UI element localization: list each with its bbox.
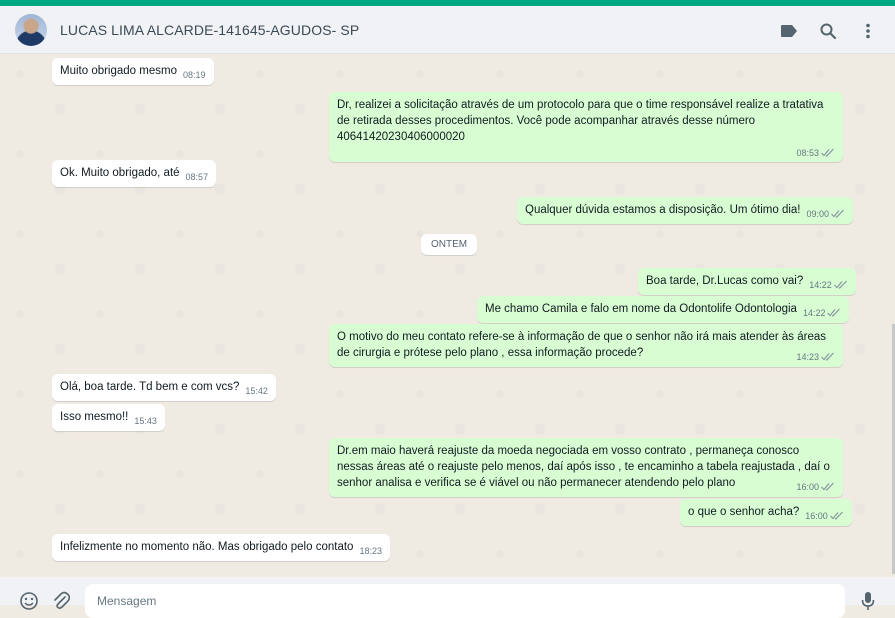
message-time: 16:00 xyxy=(796,482,819,492)
message-time: 14:22 xyxy=(802,308,826,318)
read-ticks-icon xyxy=(821,352,834,361)
message-time: 15:42 xyxy=(245,386,268,396)
message-time: 14:22 xyxy=(809,280,832,290)
message-bubble[interactable]: O motivo do meu contato refere-se à info… xyxy=(329,324,843,367)
message-text: Dr, realizei a solicitação através de um… xyxy=(337,99,824,143)
message-time: 16:00 xyxy=(805,511,828,521)
message-time: 09:00 xyxy=(806,209,830,219)
message-text: Dr.em maio haverá reajuste da moeda nego… xyxy=(337,445,830,489)
message-text: Qualquer dúvida estamos a disposição. Um… xyxy=(525,204,801,216)
read-ticks-icon xyxy=(831,209,844,218)
message-bubble[interactable]: Muito obrigado mesmo 08:19 xyxy=(52,58,214,85)
message-input[interactable] xyxy=(85,584,845,618)
message-bubble[interactable]: o que o senhor acha? 16:00 xyxy=(680,499,852,526)
read-ticks-icon xyxy=(821,148,834,157)
message-text: O motivo do meu contato refere-se à info… xyxy=(337,331,827,359)
read-ticks-icon xyxy=(833,280,847,289)
message-time: 14:23 xyxy=(796,352,819,362)
message-text: Infelizmente no momento não. Mas obrigad… xyxy=(60,541,354,553)
message-bubble[interactable]: Infelizmente no momento não. Mas obrigad… xyxy=(52,534,390,561)
chat-header: LUCAS LIMA ALCARDE-141645-AGUDOS- SP xyxy=(0,6,895,54)
message-bubble[interactable]: Boa tarde, Dr.Lucas como vai? 14:22 xyxy=(638,268,856,295)
menu-dots-icon[interactable] xyxy=(858,21,878,41)
search-icon[interactable] xyxy=(818,21,838,41)
message-text: Olá, boa tarde. Td bem e com vcs? xyxy=(60,381,240,393)
message-bubble[interactable]: Dr.em maio haverá reajuste da moeda nego… xyxy=(329,438,843,497)
message-text: o que o senhor acha? xyxy=(688,506,800,518)
message-time: 18:23 xyxy=(359,546,382,556)
message-time: 08:53 xyxy=(796,148,819,158)
read-ticks-icon xyxy=(829,511,843,520)
message-bubble[interactable]: Olá, boa tarde. Td bem e com vcs? 15:42 xyxy=(52,374,276,401)
message-list[interactable]: Muito obrigado mesmo 08:19 Dr, realizei … xyxy=(0,54,895,577)
message-bubble[interactable]: Isso mesmo!! 15:43 xyxy=(52,404,165,431)
read-ticks-icon xyxy=(821,482,834,491)
contact-name[interactable]: LUCAS LIMA ALCARDE-141645-AGUDOS- SP xyxy=(60,22,359,38)
avatar[interactable] xyxy=(15,14,47,46)
label-icon[interactable] xyxy=(779,21,799,41)
attach-icon[interactable] xyxy=(50,590,72,612)
message-text: Isso mesmo!! xyxy=(60,411,129,423)
message-time: 15:43 xyxy=(134,416,157,426)
message-bubble[interactable]: Ok. Muito obrigado, até 08:57 xyxy=(52,160,217,187)
composer-bar xyxy=(0,577,895,618)
date-separator: ONTEM xyxy=(421,234,478,255)
message-bubble[interactable]: Me chamo Camila e falo em nome da Odonto… xyxy=(477,296,850,323)
message-text: Boa tarde, Dr.Lucas como vai? xyxy=(646,275,804,287)
message-time: 08:57 xyxy=(185,172,209,182)
message-text: Me chamo Camila e falo em nome da Odonto… xyxy=(485,303,797,315)
emoji-icon[interactable] xyxy=(18,590,40,612)
message-time: 08:19 xyxy=(182,70,206,80)
message-bubble[interactable]: Dr, realizei a solicitação através de um… xyxy=(329,92,843,162)
message-text: Muito obrigado mesmo xyxy=(60,65,177,77)
message-bubble[interactable]: Qualquer dúvida estamos a disposição. Um… xyxy=(517,197,854,224)
message-text: Ok. Muito obrigado, até xyxy=(60,167,180,179)
read-ticks-icon xyxy=(827,308,841,317)
mic-icon[interactable] xyxy=(857,590,879,612)
